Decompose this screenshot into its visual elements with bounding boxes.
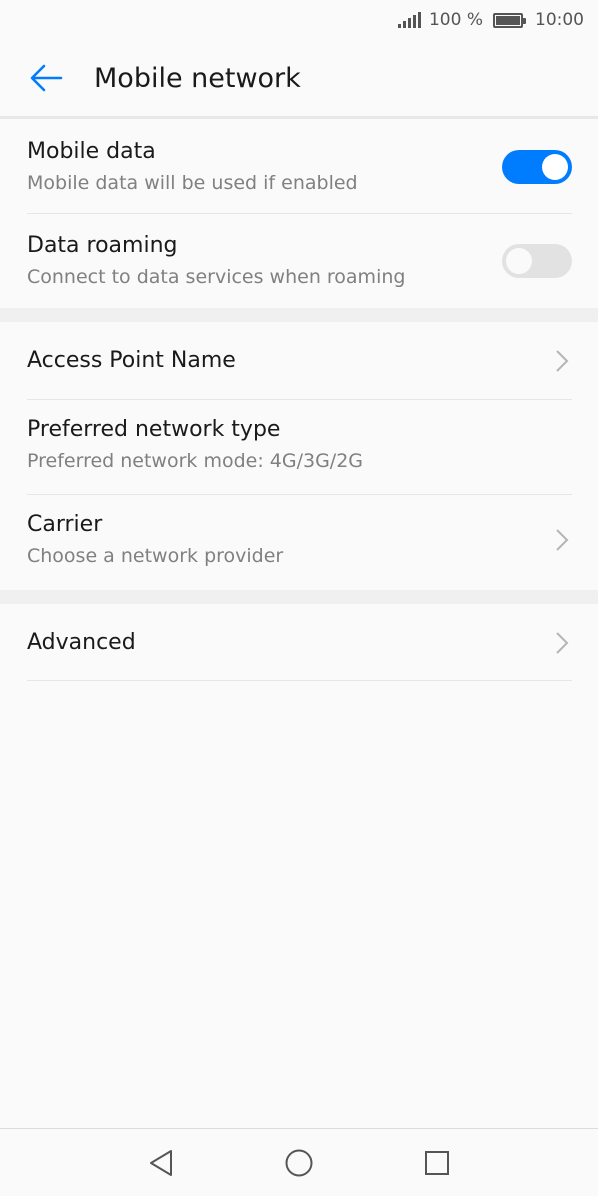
chevron-right-icon: [552, 526, 572, 554]
back-button[interactable]: [16, 48, 76, 108]
advanced-label: Advanced: [27, 630, 136, 655]
row-divider: [27, 494, 572, 495]
carrier-label: Carrier: [27, 512, 103, 537]
signal-icon: [397, 12, 421, 28]
battery-percent: 100 %: [428, 10, 483, 30]
mobile-data-row[interactable]: Mobile data Mobile data will be used if …: [27, 139, 572, 195]
preferred-network-type-row[interactable]: Preferred network type Preferred network…: [27, 416, 572, 474]
status-bar: 100 % 10:00: [0, 0, 598, 40]
row-divider: [27, 399, 572, 400]
navigation-bar: [0, 1129, 598, 1196]
data-section: Mobile data Mobile data will be used if …: [0, 119, 598, 308]
data-roaming-row[interactable]: Data roaming Connect to data services wh…: [27, 233, 572, 289]
data-roaming-toggle[interactable]: [502, 244, 572, 278]
carrier-description: Choose a network provider: [27, 545, 284, 567]
battery-icon: [493, 12, 526, 28]
mobile-data-description: Mobile data will be used if enabled: [27, 172, 358, 194]
arrow-left-icon: [30, 64, 63, 92]
back-triangle-icon: [150, 1149, 172, 1176]
data-roaming-label: Data roaming: [27, 233, 178, 258]
chevron-right-icon: [552, 347, 572, 375]
row-divider: [27, 213, 572, 214]
nav-back-button[interactable]: [144, 1146, 178, 1180]
mobile-data-toggle[interactable]: [502, 150, 572, 184]
preferred-network-type-label: Preferred network type: [27, 417, 281, 442]
row-divider: [27, 680, 572, 681]
recents-square-icon: [425, 1150, 449, 1175]
advanced-section: Advanced: [0, 604, 598, 684]
page-title: Mobile network: [94, 62, 301, 94]
advanced-row[interactable]: Advanced: [27, 614, 572, 672]
nav-home-button[interactable]: [282, 1146, 316, 1180]
access-point-name-label: Access Point Name: [27, 348, 236, 373]
network-section: Access Point Name Preferred network type…: [0, 322, 598, 590]
preferred-network-type-description: Preferred network mode: 4G/3G/2G: [27, 450, 364, 472]
chevron-right-icon: [552, 629, 572, 657]
section-gap: [0, 590, 598, 604]
carrier-row[interactable]: Carrier Choose a network provider: [27, 511, 572, 569]
clock: 10:00: [535, 10, 584, 30]
section-gap: [0, 308, 598, 322]
data-roaming-description: Connect to data services when roaming: [27, 266, 406, 288]
home-circle-icon: [285, 1149, 313, 1176]
app-header: Mobile network: [0, 40, 598, 116]
mobile-data-label: Mobile data: [27, 139, 156, 164]
nav-recents-button[interactable]: [420, 1146, 454, 1180]
access-point-name-row[interactable]: Access Point Name: [27, 332, 572, 390]
